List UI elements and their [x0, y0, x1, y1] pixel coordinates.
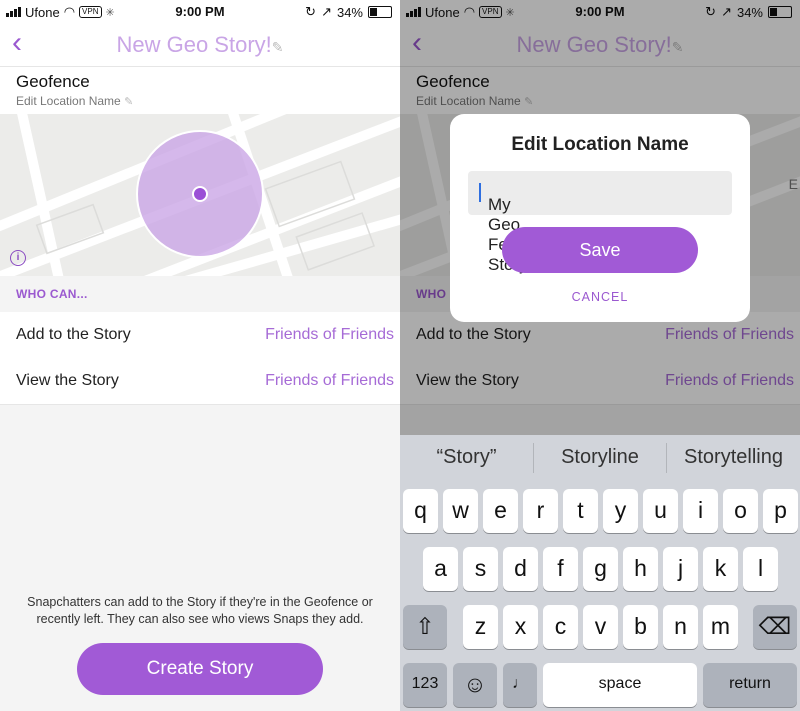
footnote-text: Snapchatters can add to the Story if the…: [27, 595, 373, 626]
key-l[interactable]: l: [743, 547, 778, 591]
nav-bar: ‹ New Geo Story!✎: [0, 22, 400, 67]
key-j[interactable]: j: [663, 547, 698, 591]
battery-icon: [368, 6, 392, 18]
key-n[interactable]: n: [663, 605, 698, 649]
key-c[interactable]: c: [543, 605, 578, 649]
suggestion-item[interactable]: Storyline: [534, 435, 666, 480]
suggestion-item[interactable]: “Story”: [400, 435, 533, 480]
backspace-key-icon[interactable]: ⌫: [753, 605, 797, 649]
row-label: Add to the Story: [16, 326, 131, 343]
key-y[interactable]: y: [603, 489, 638, 533]
key-t[interactable]: t: [563, 489, 598, 533]
pencil-icon: ✎: [124, 96, 134, 108]
dialog-title: Edit Location Name: [511, 134, 689, 155]
save-button[interactable]: Save: [502, 227, 698, 273]
key-v[interactable]: v: [583, 605, 618, 649]
map-streets: [0, 114, 400, 276]
cancel-button[interactable]: CANCEL: [450, 290, 750, 304]
key-b[interactable]: b: [623, 605, 658, 649]
keyboard: “Story” Storyline Storytelling qwertyuio…: [400, 435, 800, 711]
microphone-key-icon[interactable]: ♩: [503, 663, 537, 707]
key-p[interactable]: p: [763, 489, 798, 533]
row-label: View the Story: [16, 372, 119, 389]
status-bar: Ufone ◠ VPN ✳ 9:00 PM ↻ ↗ 34%: [0, 0, 400, 22]
pencil-icon[interactable]: ✎: [272, 39, 284, 55]
key-g[interactable]: g: [583, 547, 618, 591]
key-f[interactable]: f: [543, 547, 578, 591]
key-k[interactable]: k: [703, 547, 738, 591]
location-name-input[interactable]: My Geo Fenced Story: [468, 171, 732, 274]
location-arrow-icon: ↗: [321, 4, 332, 19]
create-story-button[interactable]: Create Story: [77, 643, 323, 695]
key-z[interactable]: z: [463, 605, 498, 649]
view-story-row[interactable]: View the Story Friends of Friends: [0, 358, 400, 405]
key-s[interactable]: s: [463, 547, 498, 591]
space-key[interactable]: space: [543, 663, 697, 707]
shift-key-icon[interactable]: ⇧: [403, 605, 447, 649]
text-cursor: [479, 183, 481, 202]
edit-location-dialog: Edit Location Name My Geo Fenced Story S…: [450, 114, 750, 322]
edit-location-link[interactable]: Edit Location Name: [16, 94, 121, 108]
add-to-story-row[interactable]: Add to the Story Friends of Friends: [0, 312, 400, 359]
geofence-map[interactable]: i: [0, 114, 400, 276]
key-e[interactable]: e: [483, 489, 518, 533]
left-screen: Ufone ◠ VPN ✳ 9:00 PM ↻ ↗ 34% ‹ New Geo …: [0, 0, 400, 711]
key-i[interactable]: i: [683, 489, 718, 533]
row-value[interactable]: Friends of Friends: [265, 326, 394, 344]
emoji-key-icon[interactable]: ☺: [453, 663, 497, 707]
key-a[interactable]: a: [423, 547, 458, 591]
key-h[interactable]: h: [623, 547, 658, 591]
key-q[interactable]: q: [403, 489, 438, 533]
key-d[interactable]: d: [503, 547, 538, 591]
key-x[interactable]: x: [503, 605, 538, 649]
who-can-header: WHO CAN...: [0, 276, 400, 312]
story-title[interactable]: New Geo Story!: [116, 32, 271, 57]
row-value[interactable]: Friends of Friends: [265, 372, 394, 390]
key-r[interactable]: r: [523, 489, 558, 533]
rotation-lock-icon: ↻: [305, 4, 317, 19]
key-m[interactable]: m: [703, 605, 738, 649]
info-icon[interactable]: i: [10, 250, 26, 266]
suggestion-item[interactable]: Storytelling: [667, 435, 800, 480]
geofence-title: Geofence: [16, 72, 90, 91]
key-w[interactable]: w: [443, 489, 478, 533]
battery-percent: 34%: [336, 4, 363, 20]
return-key[interactable]: return: [703, 663, 797, 707]
geofence-section: Geofence Edit Location Name ✎: [16, 72, 133, 108]
key-u[interactable]: u: [643, 489, 678, 533]
suggestion-bar: “Story” Storyline Storytelling: [400, 435, 800, 480]
numbers-key[interactable]: 123: [403, 663, 447, 707]
key-o[interactable]: o: [723, 489, 758, 533]
right-screen: Ufone ◠ VPN ✳ 9:00 PM ↻ ↗ 34% ‹ New Geo …: [400, 0, 800, 711]
